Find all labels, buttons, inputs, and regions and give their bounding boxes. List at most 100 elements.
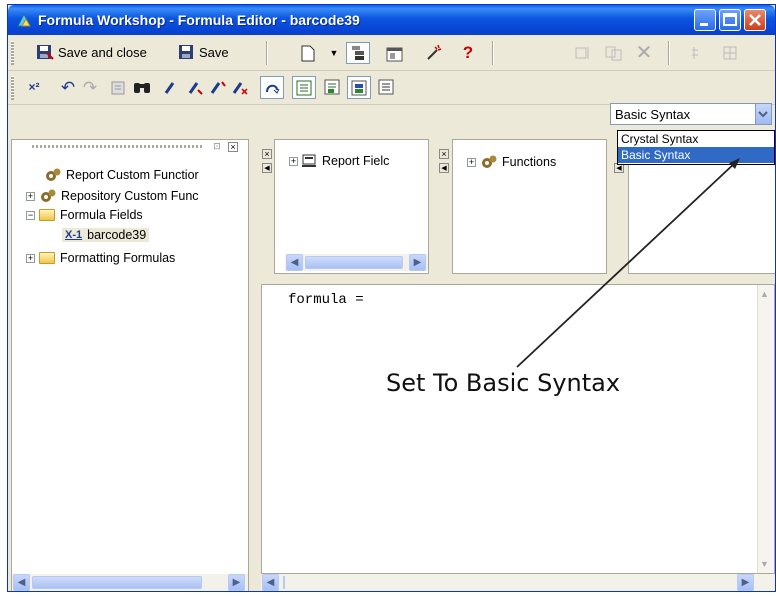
editor-horizontal-scrollbar[interactable]: ◀ ▶ (261, 574, 775, 591)
previous-bookmark-button[interactable] (208, 78, 228, 98)
fields-tree-icon (296, 80, 312, 95)
redo-button[interactable]: ↷ (80, 78, 100, 98)
arrow-left-icon: ◀ (290, 257, 299, 268)
scroll-right-button[interactable]: ▶ (737, 574, 754, 591)
tree-item-formula-fields[interactable]: − Formula Fields (26, 208, 143, 222)
rename-button[interactable] (574, 43, 594, 63)
toolbar-grip[interactable] (11, 76, 14, 100)
toggle-tree-button[interactable] (346, 42, 370, 64)
formula-icon: X-1 (65, 229, 83, 241)
expand-icon[interactable]: + (26, 253, 35, 263)
bookmark-button[interactable] (162, 78, 182, 98)
report-fields-pane-handle[interactable]: × ◀ (261, 139, 273, 274)
chevron-down-icon (758, 111, 768, 118)
arrow-up-icon[interactable]: ▲ (760, 289, 769, 299)
window-title: Formula Workshop - Formula Editor - barc… (38, 12, 360, 28)
check-syntax-button[interactable]: ×² (24, 77, 44, 97)
editor-vertical-scrollbar[interactable]: ▲ ▼ (757, 285, 774, 573)
tree-item-label: Repository Custom Func (61, 189, 199, 203)
arrow-right-icon: ▶ (232, 577, 241, 588)
close-icon[interactable]: × (262, 149, 272, 159)
duplicate-button[interactable] (604, 43, 624, 63)
arrow-down-icon[interactable]: ▼ (760, 559, 769, 569)
show-functions-tree-button[interactable] (322, 77, 342, 97)
formula-code[interactable]: formula = (288, 292, 364, 308)
scroll-right-button[interactable]: ▶ (409, 254, 426, 271)
undo-button[interactable]: ↶ (58, 78, 78, 98)
save-label: Save (199, 44, 229, 60)
rename-icon (575, 47, 589, 59)
chevron-down-icon: ▼ (329, 48, 339, 58)
delete-icon: ✕ (635, 41, 653, 64)
tree-item-report-custom-functions[interactable]: Report Custom Functior (44, 167, 199, 183)
tree-panel-pin-button[interactable]: ⊡ (212, 142, 222, 152)
tree-item-barcode39[interactable]: X-1 barcode39 (62, 228, 150, 242)
tree-item-label: barcode39 (87, 228, 147, 242)
properties-button[interactable] (385, 43, 405, 63)
new-formula-button[interactable] (298, 43, 318, 63)
clear-bookmarks-icon (232, 82, 248, 95)
duplicate-icon (605, 46, 622, 61)
scroll-thumb[interactable] (283, 576, 285, 589)
scroll-left-icon[interactable]: ◀ (262, 163, 272, 173)
scroll-left-button[interactable]: ◀ (262, 574, 279, 591)
formula-workshop-window: Formula Workshop - Formula Editor - barc… (7, 4, 776, 592)
maximize-button[interactable] (719, 9, 741, 31)
find-button[interactable] (132, 77, 152, 97)
scroll-right-button[interactable]: ▶ (228, 574, 245, 591)
show-formatting-button[interactable] (720, 43, 740, 63)
save-button[interactable]: Save (178, 44, 229, 60)
expand-icon[interactable]: + (289, 156, 298, 166)
show-operators-tree-button[interactable] (347, 76, 371, 99)
previous-bookmark-icon (210, 81, 226, 94)
tree-item-report-fields[interactable]: + Report Fielc (289, 154, 389, 168)
arrow-left-icon: ◀ (17, 577, 26, 588)
scroll-thumb[interactable] (32, 576, 202, 589)
tree-item-formatting-formulas[interactable]: + Formatting Formulas (26, 251, 175, 265)
gear-icon (41, 189, 56, 202)
scroll-left-button[interactable]: ◀ (13, 574, 30, 591)
formula-editor[interactable]: formula = ▲ ▼ (261, 284, 775, 574)
toolbar-grip[interactable] (11, 41, 14, 65)
collapse-icon[interactable]: − (26, 210, 35, 220)
syntax-option-crystal[interactable]: Crystal Syntax (618, 131, 774, 147)
arrow-right-icon: ▶ (741, 577, 750, 588)
syntax-combo-button[interactable] (755, 104, 771, 124)
separator (492, 41, 494, 65)
save-icon (179, 45, 193, 59)
report-fields-scrollbar[interactable]: ◀ ▶ (285, 254, 428, 271)
redo-icon: ↷ (82, 78, 98, 97)
close-icon (749, 14, 761, 26)
new-dropdown-button[interactable]: ▼ (324, 43, 344, 63)
syntax-option-basic[interactable]: Basic Syntax (618, 147, 774, 163)
help-button[interactable]: ? (458, 43, 478, 63)
formula-expert-button[interactable] (424, 43, 444, 63)
minimize-button[interactable] (694, 9, 716, 31)
browse-data-button[interactable] (108, 78, 128, 98)
close-icon[interactable]: × (439, 149, 449, 159)
clear-bookmarks-button[interactable] (230, 78, 250, 98)
scroll-left-button[interactable]: ◀ (286, 254, 303, 271)
scroll-left-icon[interactable]: ◀ (439, 163, 449, 173)
delete-button[interactable]: ✕ (634, 41, 654, 64)
report-fields-pane: + Report Fielc ◀ ▶ (274, 139, 429, 274)
sort-button[interactable] (260, 76, 284, 99)
save-and-close-button[interactable]: Save and close (36, 44, 147, 61)
functions-pane-handle[interactable]: × ◀ (438, 139, 450, 274)
expand-button[interactable] (688, 43, 708, 63)
tree-panel-close-button[interactable]: × (228, 142, 238, 152)
tree-horizontal-scrollbar[interactable]: ◀ ▶ (12, 574, 248, 591)
show-editor-button[interactable] (376, 77, 396, 97)
expand-icon[interactable]: + (26, 191, 35, 201)
next-bookmark-button[interactable] (186, 78, 206, 98)
show-fields-tree-button[interactable] (292, 76, 316, 99)
close-button[interactable] (744, 9, 766, 31)
properties-icon (386, 47, 403, 61)
syntax-combo[interactable]: Basic Syntax (610, 103, 772, 125)
operators-tree-icon (351, 80, 367, 95)
tree-item-repository-custom-functions[interactable]: + Repository Custom Func (26, 188, 199, 204)
tree-item-functions[interactable]: + Functions (467, 154, 556, 170)
formula-workshop-icon (17, 12, 31, 27)
scroll-thumb[interactable] (305, 256, 403, 269)
expand-icon[interactable]: + (467, 157, 476, 167)
